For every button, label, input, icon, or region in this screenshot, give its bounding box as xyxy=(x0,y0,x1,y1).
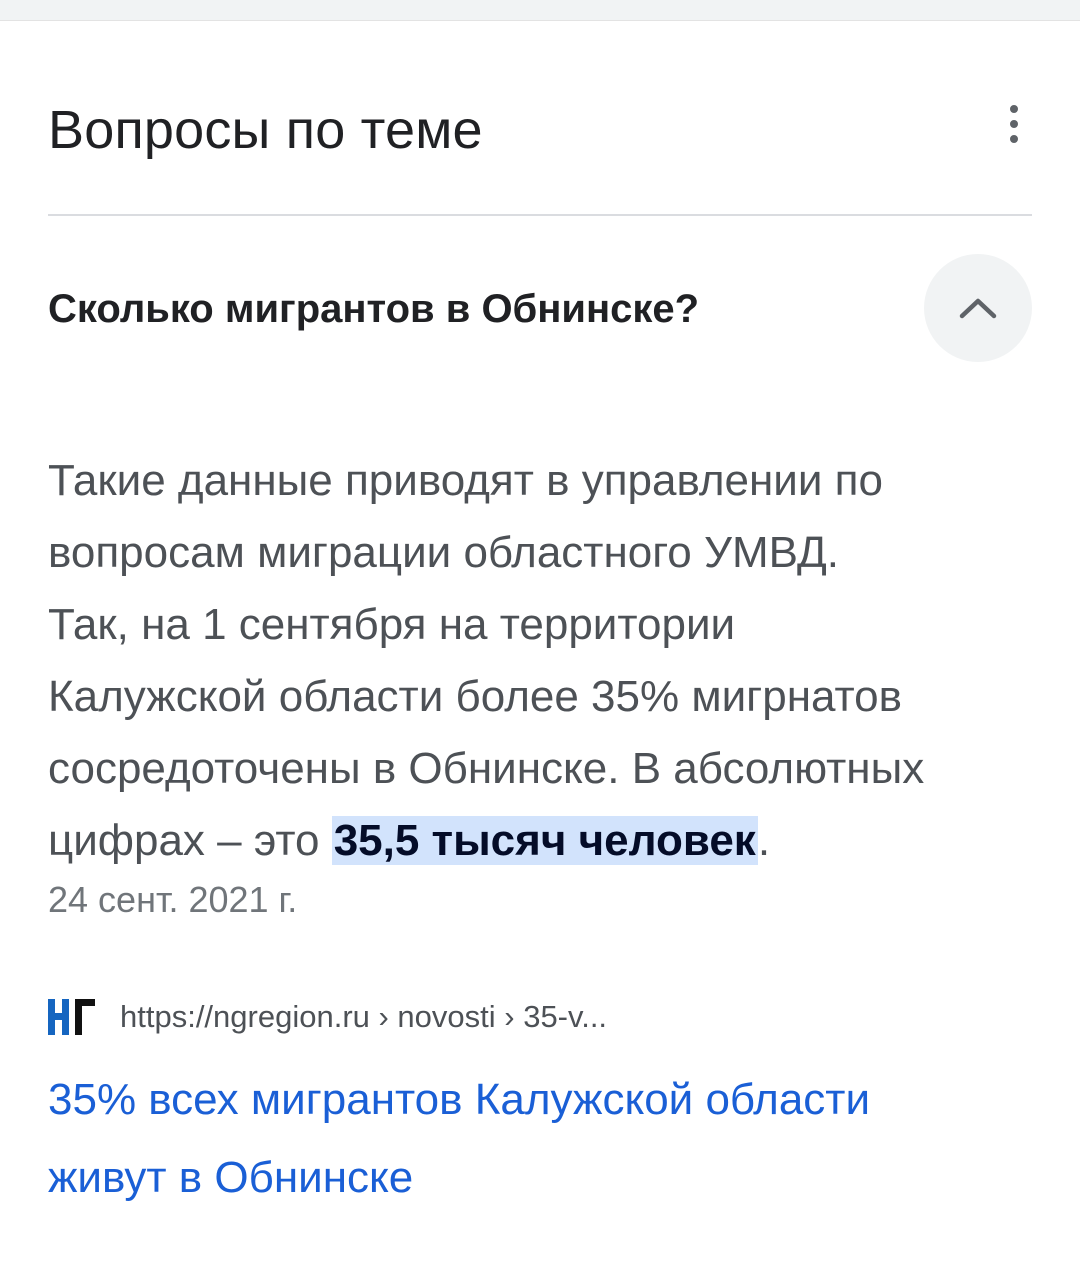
source-link[interactable]: https://ngregion.ru › novosti › 35-v... xyxy=(48,997,607,1037)
source-url: https://ngregion.ru › novosti › 35-v... xyxy=(120,999,608,1034)
answer-line: вопросам миграции областного УМВД. xyxy=(48,528,840,577)
more-vert-icon xyxy=(1010,105,1018,113)
more-options-button[interactable] xyxy=(994,99,1034,149)
answer-line: Калужской области более 35% мигрнатов xyxy=(48,672,903,721)
more-vert-icon-dot xyxy=(1010,135,1018,143)
collapse-button[interactable] xyxy=(924,254,1032,362)
answer-line: сосредоточены в Обнинске. В абсолютных xyxy=(48,744,925,793)
answer-line-suffix: . xyxy=(757,816,771,865)
answer-highlight: 35,5 тысяч человек xyxy=(331,816,758,865)
question-text: Сколько мигрантов в Обнинске? xyxy=(48,287,700,331)
ng-logo-icon xyxy=(48,999,95,1035)
related-questions-card: Вопросы по теме Сколько мигрантов в Обни… xyxy=(0,21,1080,1283)
section-title: Вопросы по теме xyxy=(48,100,483,160)
chevron-up-icon xyxy=(959,298,997,319)
question-accordion-header[interactable]: Сколько мигрантов в Обнинске? xyxy=(48,253,1032,363)
answer-line-last: цифрах – это 35,5 тысяч человек. xyxy=(48,805,1048,877)
result-title-line: 35% всех мигрантов Калужской области xyxy=(48,1075,871,1124)
answer-line-prefix: цифрах – это xyxy=(48,816,332,865)
more-vert-icon-dot xyxy=(1010,120,1018,128)
answer-snippet: Такие данные приводят в управлении по во… xyxy=(48,445,1048,877)
answer-date: 24 сент. 2021 г. xyxy=(48,879,298,920)
result-title-line: живут в Обнинске xyxy=(48,1153,414,1202)
answer-line: Такие данные приводят в управлении по xyxy=(48,456,883,505)
result-title-link[interactable]: 35% всех мигрантов Калужской области жив… xyxy=(48,1061,1028,1217)
top-strip xyxy=(0,0,1080,21)
divider xyxy=(48,214,1032,216)
answer-line: Так, на 1 сентября на территории xyxy=(48,600,736,649)
